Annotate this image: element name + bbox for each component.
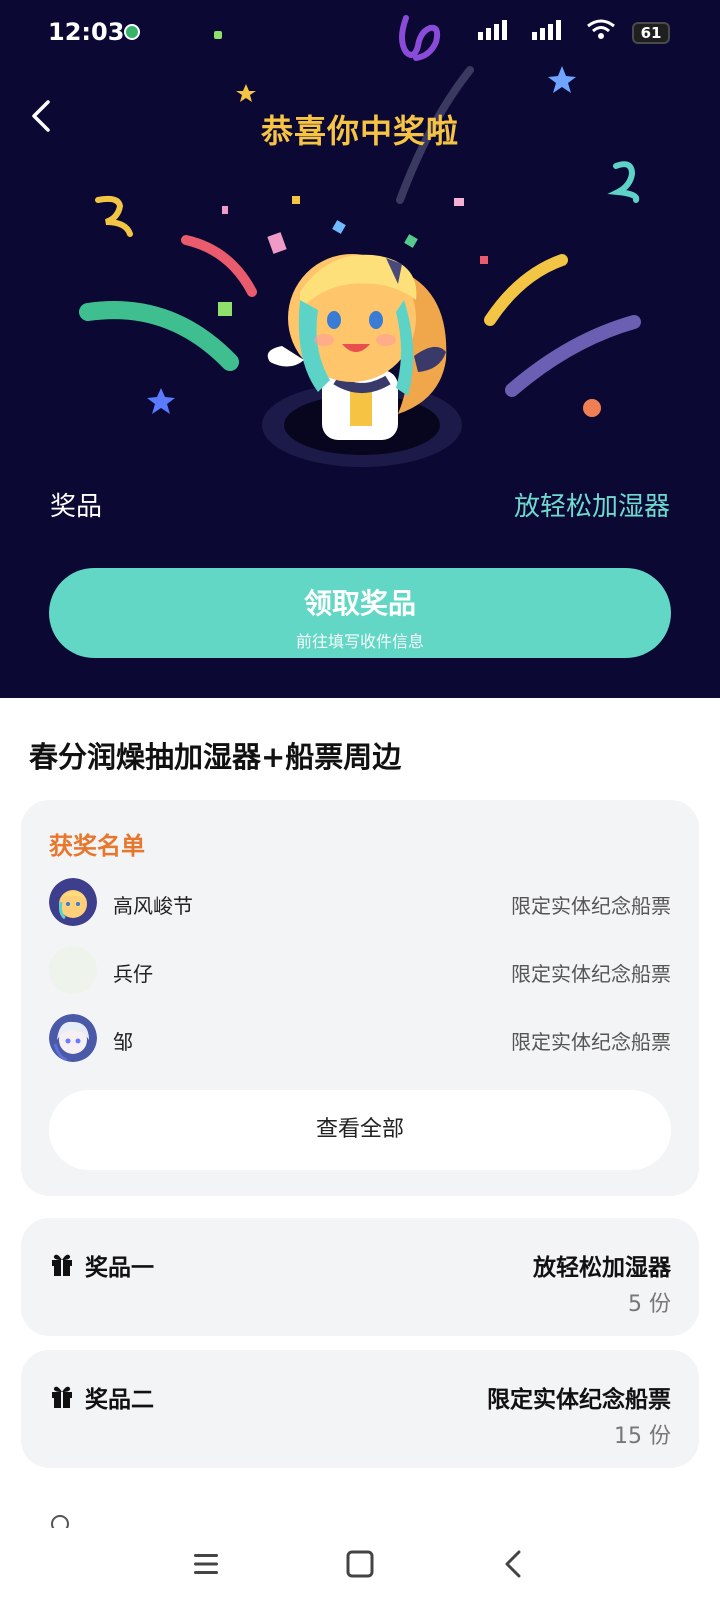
avatar — [49, 1014, 97, 1062]
winner-row: 高风峻节 限定实体纪念船票 — [49, 878, 671, 930]
avatar — [49, 878, 97, 926]
prize-value: 放轻松加湿器 — [513, 492, 670, 522]
clipped-info-row — [50, 1510, 670, 1528]
prize-card: 奖品一 放轻松加湿器 5 份 — [21, 1218, 699, 1336]
prize-card: 奖品二 限定实体纪念船票 15 份 — [21, 1350, 699, 1468]
battery-indicator: 61 — [632, 22, 670, 44]
signal-strength-icon — [478, 18, 616, 40]
activity-title: 春分润燥抽加湿器+船票周边 — [29, 740, 402, 774]
gift-icon — [52, 1386, 72, 1408]
notification-icon — [124, 24, 140, 40]
carrier-logo-icon — [399, 15, 441, 61]
winner-prize: 限定实体纪念船票 — [511, 1030, 671, 1054]
prize-quantity: 5 份 — [628, 1292, 671, 1317]
claim-button-label: 领取奖品 — [303, 587, 416, 620]
winner-name: 兵仔 — [113, 962, 153, 986]
prize-label: 奖品 — [50, 492, 103, 522]
avatar — [49, 946, 97, 994]
gift-icon — [52, 1254, 72, 1276]
clock-icon — [51, 1515, 69, 1528]
winners-card: 获奖名单 高风峻节 限定实体纪念船票 兵仔 限定实体纪念船票 邹 限定实体纪念船… — [21, 800, 699, 1196]
prize-name: 放轻松加湿器 — [533, 1255, 671, 1281]
winner-name: 邹 — [113, 1030, 133, 1054]
winner-row: 邹 限定实体纪念船票 — [49, 1014, 671, 1066]
menu-icon[interactable] — [186, 1544, 226, 1584]
prize-tier: 奖品一 — [85, 1255, 154, 1281]
winner-prize: 限定实体纪念船票 — [511, 894, 671, 918]
winner-row: 兵仔 限定实体纪念船票 — [49, 946, 671, 998]
clock-time: 12:03 — [48, 18, 125, 46]
system-navigation-bar — [0, 1528, 720, 1600]
winner-name: 高风峻节 — [113, 894, 193, 918]
home-square-icon[interactable] — [340, 1544, 380, 1584]
nav-back-icon[interactable] — [494, 1544, 534, 1584]
winners-heading: 获奖名单 — [49, 832, 145, 860]
winner-prize: 限定实体纪念船票 — [511, 962, 671, 986]
indicator-dot-icon — [214, 31, 222, 39]
status-bar: 12:03 61 — [0, 0, 720, 64]
view-all-button[interactable]: 查看全部 — [49, 1090, 671, 1170]
page-title: 恭喜你中奖啦 — [260, 112, 459, 150]
prize-name: 限定实体纪念船票 — [487, 1387, 671, 1413]
prize-quantity: 15 份 — [614, 1424, 671, 1449]
celebration-hero: 12:03 61 恭喜你中奖啦 奖品 放轻松加湿器 领取奖品 前往填写收件信息 — [0, 0, 720, 698]
prize-tier: 奖品二 — [85, 1387, 154, 1413]
claim-prize-button[interactable]: 领取奖品 前往填写收件信息 — [49, 568, 671, 658]
claim-button-sublabel: 前往填写收件信息 — [295, 632, 424, 651]
wifi-icon — [587, 19, 615, 39]
